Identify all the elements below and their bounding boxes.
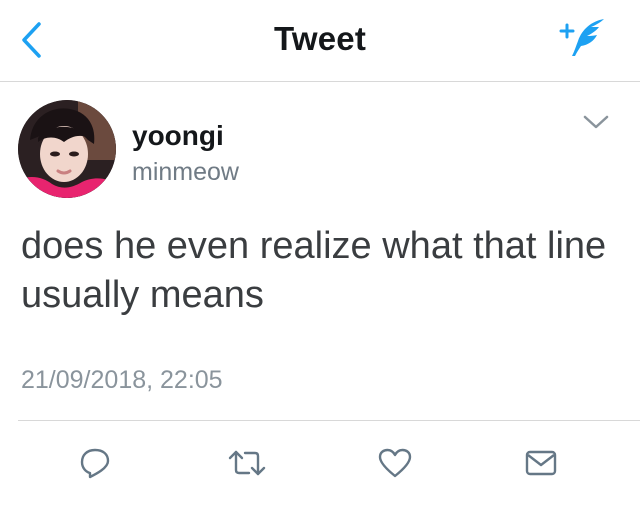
retweet-button[interactable] <box>224 440 270 486</box>
heart-icon <box>378 448 412 478</box>
author-handle[interactable]: minmeow <box>132 160 239 185</box>
envelope-icon <box>525 450 557 476</box>
like-button[interactable] <box>372 440 418 486</box>
page-title: Tweet <box>273 20 367 57</box>
tweet-text: does he even realize what that line usua… <box>21 225 607 316</box>
profile-photo <box>18 100 116 198</box>
tweet-timestamp: 21/09/2018, 22:05 <box>21 366 223 394</box>
compose-tweet-button[interactable] <box>556 14 612 60</box>
reply-button[interactable] <box>72 440 118 486</box>
divider <box>18 420 640 421</box>
chevron-down-icon <box>583 115 609 129</box>
reply-icon <box>80 448 110 479</box>
navigation-bar: Tweet <box>0 0 640 82</box>
avatar[interactable] <box>18 100 116 198</box>
tweet-options-button[interactable] <box>578 104 614 140</box>
retweet-icon <box>228 450 266 476</box>
compose-tweet-icon <box>559 19 604 56</box>
direct-message-button[interactable] <box>518 440 564 486</box>
author-display-name[interactable]: yoongi <box>132 122 224 150</box>
